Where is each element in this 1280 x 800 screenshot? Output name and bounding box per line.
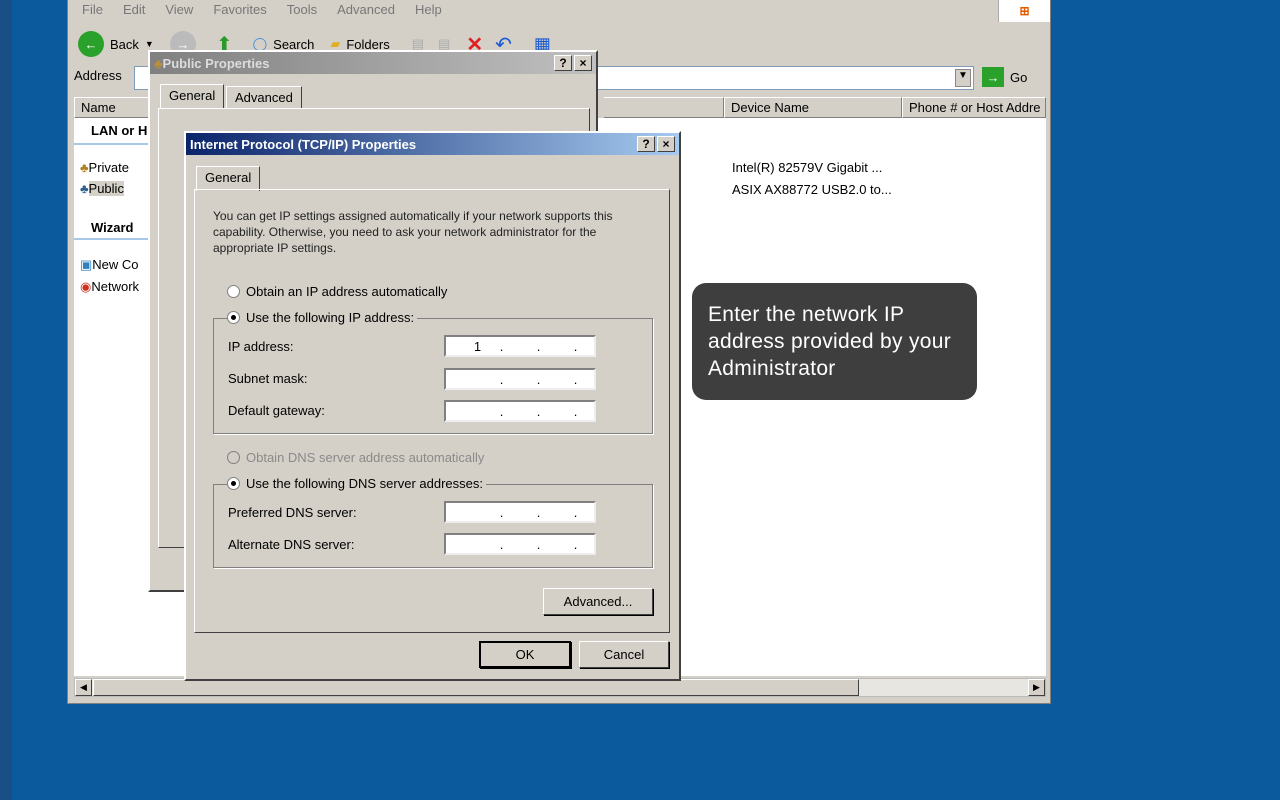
preferred-dns-label: Preferred DNS server: bbox=[228, 505, 357, 520]
device-public: ASIX AX88772 USB2.0 to... bbox=[732, 182, 892, 197]
new-connection-icon: ▣ bbox=[80, 257, 93, 272]
radio-use-following-dns[interactable]: Use the following DNS server addresses: bbox=[227, 476, 486, 491]
help-button[interactable]: ? bbox=[554, 55, 572, 71]
ip-group: IP address: 1... Subnet mask: ... Defaul… bbox=[213, 318, 653, 434]
column-phone-host[interactable]: Phone # or Host Addre bbox=[902, 97, 1046, 118]
menu-tools[interactable]: Tools bbox=[287, 2, 317, 17]
menu-help[interactable]: Help bbox=[415, 2, 442, 17]
advanced-button[interactable]: Advanced... bbox=[543, 588, 653, 615]
help-button[interactable]: ? bbox=[637, 136, 655, 152]
column-device-name[interactable]: Device Name bbox=[724, 97, 902, 118]
default-gateway-input[interactable]: ... bbox=[444, 400, 596, 422]
network-setup-icon: ◉ bbox=[80, 279, 92, 294]
group-wizard: Wizard bbox=[91, 220, 134, 235]
network-icon: ♣ bbox=[80, 181, 89, 196]
network-icon: ♣ bbox=[80, 160, 89, 175]
desktop-edge bbox=[0, 0, 12, 800]
address-label: Address bbox=[74, 68, 122, 83]
tab-general[interactable]: General bbox=[196, 166, 261, 191]
back-button[interactable]: Back bbox=[110, 37, 139, 52]
menu-advanced[interactable]: Advanced bbox=[337, 2, 395, 17]
alternate-dns-input[interactable]: ... bbox=[444, 533, 596, 555]
menu-favorites[interactable]: Favorites bbox=[213, 2, 266, 17]
connection-private[interactable]: ♣Private bbox=[80, 160, 129, 175]
ip-address-label: IP address: bbox=[228, 339, 294, 354]
ok-button[interactable]: OK bbox=[479, 641, 571, 668]
scroll-left-icon[interactable]: ◀ bbox=[75, 679, 92, 696]
column-name[interactable]: Name bbox=[74, 97, 154, 118]
radio-obtain-ip-auto[interactable]: Obtain an IP address automatically bbox=[227, 284, 447, 299]
subnet-mask-label: Subnet mask: bbox=[228, 371, 308, 386]
radio-obtain-dns-auto: Obtain DNS server address automatically bbox=[227, 450, 484, 465]
tcpip-title: Internet Protocol (TCP/IP) Properties bbox=[190, 136, 417, 152]
scroll-thumb[interactable] bbox=[93, 679, 859, 696]
ip-address-input[interactable]: 1... bbox=[444, 335, 596, 357]
menu-edit[interactable]: Edit bbox=[123, 2, 145, 17]
default-gateway-label: Default gateway: bbox=[228, 403, 325, 418]
scroll-right-icon[interactable]: ▶ bbox=[1028, 679, 1045, 696]
group-lan: LAN or H bbox=[91, 123, 148, 138]
preferred-dns-input[interactable]: ... bbox=[444, 501, 596, 523]
back-arrow-icon[interactable]: ← bbox=[78, 31, 104, 57]
tcpip-title-bar[interactable]: Internet Protocol (TCP/IP) Properties ? … bbox=[186, 133, 679, 155]
tcpip-general-panel: You can get IP settings assigned automat… bbox=[194, 189, 670, 633]
wizard-new-connection[interactable]: ▣New Co bbox=[80, 257, 139, 273]
go-label: Go bbox=[1010, 69, 1028, 85]
public-title: Public Properties bbox=[162, 55, 270, 71]
go-arrow-icon: → bbox=[982, 67, 1004, 87]
menu-view[interactable]: View bbox=[165, 2, 193, 17]
connection-public[interactable]: ♣Public bbox=[80, 181, 124, 196]
go-button[interactable]: → Go bbox=[982, 67, 1027, 87]
windows-logo-icon: ⊞ bbox=[998, 0, 1050, 22]
radio-use-following-ip[interactable]: Use the following IP address: bbox=[227, 310, 418, 325]
menu-file[interactable]: File bbox=[82, 2, 103, 17]
close-button[interactable]: × bbox=[657, 136, 675, 152]
tab-advanced[interactable]: Advanced bbox=[226, 86, 302, 108]
menu-bar: File Edit View Favorites Tools Advanced … bbox=[82, 2, 442, 17]
public-title-bar[interactable]: ♣ Public Properties ? × bbox=[150, 52, 596, 74]
cancel-button[interactable]: Cancel bbox=[579, 641, 669, 668]
description-text: You can get IP settings assigned automat… bbox=[213, 209, 613, 255]
close-button[interactable]: × bbox=[574, 55, 592, 71]
network-icon: ♣ bbox=[154, 55, 163, 71]
subnet-mask-input[interactable]: ... bbox=[444, 368, 596, 390]
device-private: Intel(R) 82579V Gigabit ... bbox=[732, 160, 883, 175]
alternate-dns-label: Alternate DNS server: bbox=[228, 537, 355, 552]
column-blank[interactable] bbox=[604, 97, 724, 118]
wizard-network-setup[interactable]: ◉Network bbox=[80, 279, 139, 295]
tab-general[interactable]: General bbox=[160, 84, 225, 108]
address-dropdown-icon[interactable]: ▼ bbox=[955, 69, 971, 87]
dns-group: Preferred DNS server: ... Alternate DNS … bbox=[213, 484, 653, 568]
tcpip-properties-dialog: Internet Protocol (TCP/IP) Properties ? … bbox=[184, 131, 681, 681]
tutorial-callout: Enter the network IP address provided by… bbox=[692, 283, 977, 400]
